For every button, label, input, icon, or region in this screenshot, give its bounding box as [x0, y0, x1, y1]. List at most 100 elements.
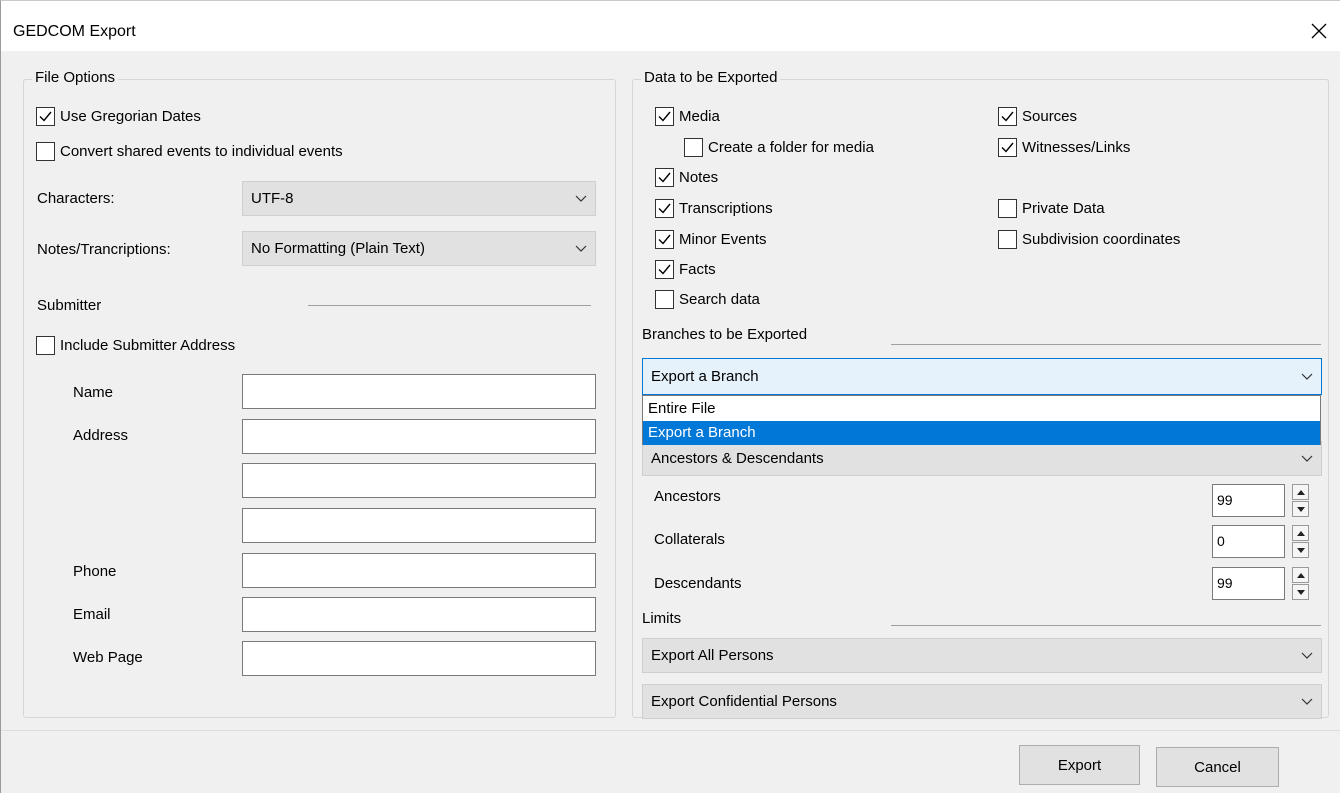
descendants-input[interactable]: 99: [1212, 567, 1285, 600]
name-label: Name: [73, 384, 114, 401]
notes-transcriptions-label: Notes/Trancriptions:: [37, 241, 171, 258]
checkbox-label: Include Submitter Address: [60, 337, 236, 354]
checkbox-box: [655, 260, 674, 279]
triangle-down-icon: [1296, 589, 1305, 595]
checkbox-label: Convert shared events to individual even…: [60, 143, 343, 160]
triangle-up-icon: [1296, 489, 1305, 495]
close-button[interactable]: [1301, 13, 1337, 49]
witnesses-links-checkbox[interactable]: Witnesses/Links: [998, 138, 1130, 157]
minor-events-checkbox[interactable]: Minor Events: [655, 230, 767, 249]
dropdown-option-export-a-branch[interactable]: Export a Branch: [643, 421, 1320, 445]
spin-up-button[interactable]: [1292, 484, 1309, 500]
characters-select[interactable]: UTF-8: [242, 181, 596, 216]
email-field[interactable]: [242, 597, 596, 632]
export-button[interactable]: Export: [1019, 745, 1140, 785]
checkbox-label: Use Gregorian Dates: [60, 108, 201, 125]
checkbox-box: [655, 107, 674, 126]
subdivision-coordinates-checkbox[interactable]: Subdivision coordinates: [998, 230, 1180, 249]
dropdown-option-entire-file[interactable]: Entire File: [643, 397, 1320, 421]
checkmark-icon: [658, 172, 671, 183]
chevron-down-icon: [1301, 698, 1313, 705]
private-data-checkbox[interactable]: Private Data: [998, 199, 1105, 218]
submitter-heading: Submitter: [37, 297, 102, 314]
chevron-down-icon: [1301, 652, 1313, 659]
convert-shared-events-checkbox[interactable]: Convert shared events to individual even…: [36, 142, 343, 161]
address-line-2-field[interactable]: [242, 463, 596, 498]
web-page-label: Web Page: [73, 649, 143, 666]
checkbox-box: [36, 107, 55, 126]
spin-down-button[interactable]: [1292, 501, 1309, 517]
media-checkbox[interactable]: Media: [655, 107, 720, 126]
checkmark-icon: [1001, 142, 1014, 153]
checkmark-icon: [1001, 111, 1014, 122]
notes-transcriptions-select[interactable]: No Formatting (Plain Text): [242, 231, 596, 266]
checkmark-icon: [658, 264, 671, 275]
name-field[interactable]: [242, 374, 596, 409]
search-data-checkbox[interactable]: Search data: [655, 290, 760, 309]
ancestors-input[interactable]: 99: [1212, 484, 1285, 517]
facts-checkbox[interactable]: Facts: [655, 260, 716, 279]
checkmark-icon: [658, 234, 671, 245]
spin-down-button[interactable]: [1292, 542, 1309, 558]
checkbox-box: [684, 138, 703, 157]
collaterals-spinner: 0: [1212, 525, 1309, 558]
cancel-button[interactable]: Cancel: [1156, 747, 1279, 787]
checkbox-box: [998, 107, 1017, 126]
transcriptions-checkbox[interactable]: Transcriptions: [655, 199, 773, 218]
address-label: Address: [73, 427, 129, 444]
chevron-down-icon: [1301, 455, 1313, 462]
chevron-down-icon: [575, 195, 587, 202]
checkbox-label: Media: [679, 108, 720, 125]
collaterals-input[interactable]: 0: [1212, 525, 1285, 558]
chevron-down-icon: [1301, 373, 1313, 380]
branches-select[interactable]: Export a Branch: [642, 358, 1322, 395]
branches-separator: [891, 344, 1321, 345]
collaterals-label: Collaterals: [654, 531, 725, 548]
checkmark-icon: [658, 111, 671, 122]
checkbox-box: [36, 142, 55, 161]
include-submitter-address-checkbox[interactable]: Include Submitter Address: [36, 336, 235, 355]
spinner-arrows: [1292, 567, 1309, 600]
checkbox-label: Create a folder for media: [708, 139, 874, 156]
checkbox-box: [655, 199, 674, 218]
address-line-1-field[interactable]: [242, 419, 596, 454]
phone-field[interactable]: [242, 553, 596, 588]
characters-label: Characters:: [37, 190, 115, 207]
checkbox-label: Witnesses/Links: [1022, 139, 1131, 156]
limits-confidential-select[interactable]: Export Confidential Persons: [642, 684, 1322, 719]
sources-checkbox[interactable]: Sources: [998, 107, 1077, 126]
characters-value: UTF-8: [251, 190, 294, 207]
triangle-down-icon: [1296, 547, 1305, 553]
checkbox-label: Facts: [679, 261, 716, 278]
descendants-spinner: 99: [1212, 567, 1309, 600]
file-options-legend: File Options: [32, 69, 119, 86]
checkbox-box: [998, 138, 1017, 157]
phone-label: Phone: [73, 563, 117, 580]
spinner-arrows: [1292, 484, 1309, 517]
triangle-down-icon: [1296, 506, 1305, 512]
notes-checkbox[interactable]: Notes: [655, 168, 718, 187]
spin-down-button[interactable]: [1292, 584, 1309, 600]
checkbox-label: Subdivision coordinates: [1022, 231, 1181, 248]
spinner-arrows: [1292, 525, 1309, 558]
spin-up-button[interactable]: [1292, 525, 1309, 541]
close-icon: [1311, 23, 1327, 39]
checkbox-box: [655, 230, 674, 249]
chevron-down-icon: [575, 245, 587, 252]
create-folder-checkbox[interactable]: Create a folder for media: [684, 138, 874, 157]
use-gregorian-dates-checkbox[interactable]: Use Gregorian Dates: [36, 107, 201, 126]
title-bar: GEDCOM Export: [1, 1, 1340, 51]
branch-type-select[interactable]: Ancestors & Descendants: [642, 441, 1322, 476]
checkbox-label: Private Data: [1022, 200, 1105, 217]
checkbox-box: [998, 230, 1017, 249]
gedcom-export-dialog: GEDCOM Export File Options Use Gregorian…: [0, 0, 1340, 793]
branches-dropdown-list: Entire File Export a Branch: [642, 395, 1321, 445]
checkmark-icon: [658, 203, 671, 214]
ancestors-spinner: 99: [1212, 484, 1309, 517]
checkbox-box: [655, 168, 674, 187]
limits-persons-select[interactable]: Export All Persons: [642, 638, 1322, 673]
address-line-3-field[interactable]: [242, 508, 596, 543]
web-page-field[interactable]: [242, 641, 596, 676]
spin-up-button[interactable]: [1292, 567, 1309, 583]
limits-persons-value: Export All Persons: [651, 647, 774, 664]
